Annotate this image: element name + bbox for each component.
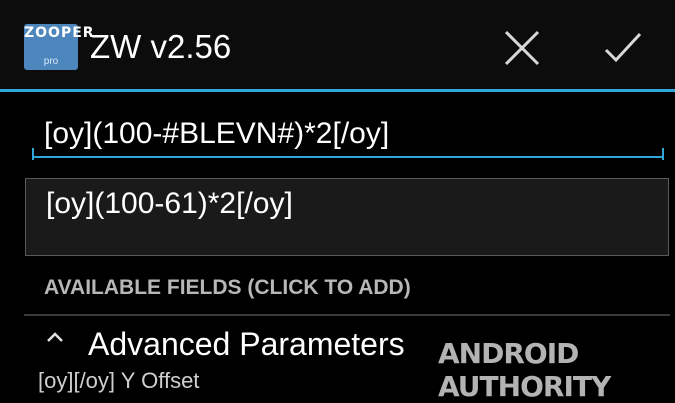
preview-text: [oy](100-61)*2[/oy] xyxy=(46,187,293,220)
preview-box: [oy](100-61)*2[/oy] xyxy=(25,178,669,256)
formula-input[interactable] xyxy=(32,112,664,158)
action-bar: ZOOPER pro ZW v2.56 xyxy=(0,0,675,92)
app-title: ZW v2.56 xyxy=(90,28,232,65)
section-divider xyxy=(24,314,670,316)
watermark: ANDROID AUTHORITY xyxy=(438,337,611,403)
app-logo: ZOOPER pro xyxy=(24,24,95,70)
chevron-up-icon xyxy=(47,332,63,342)
input-edge-right xyxy=(662,148,664,160)
y-offset-row[interactable]: [oy][/oy] Y Offset xyxy=(38,368,199,394)
confirm-button[interactable] xyxy=(594,20,650,76)
check-icon xyxy=(604,32,642,63)
input-edge-left xyxy=(32,148,34,160)
logo-subtext: pro xyxy=(43,56,59,67)
logo-text: ZOOPER xyxy=(24,25,95,41)
advanced-parameters-label: Advanced Parameters xyxy=(88,326,405,362)
cancel-button[interactable] xyxy=(494,20,550,76)
close-icon xyxy=(504,30,540,66)
available-fields-header: AVAILABLE FIELDS (CLICK TO ADD) xyxy=(44,276,411,299)
